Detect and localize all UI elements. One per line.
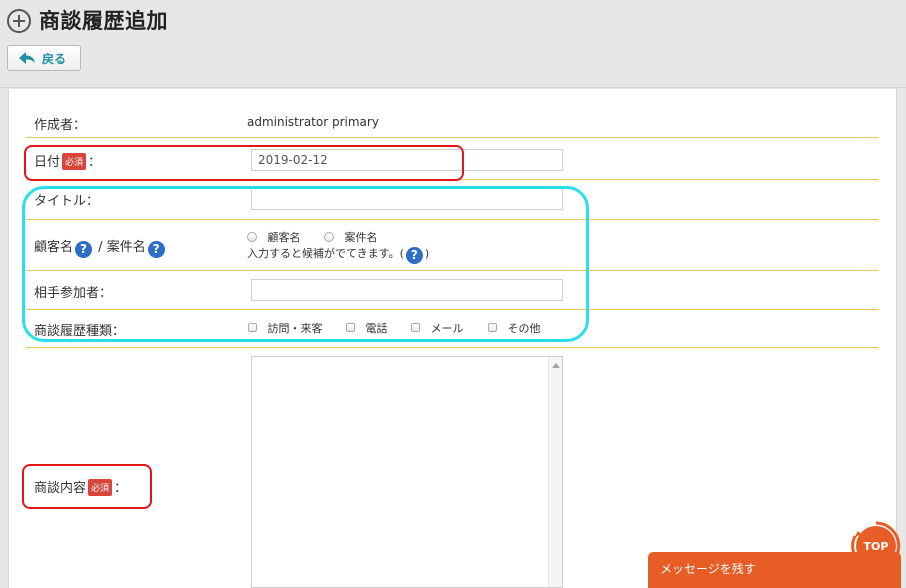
scrollbar[interactable] <box>548 357 562 587</box>
highlight-content <box>22 464 152 509</box>
highlight-optional-fields <box>22 186 589 342</box>
highlight-date <box>24 145 464 181</box>
plus-circle-icon <box>7 9 31 33</box>
top-button[interactable]: TOP <box>851 521 901 571</box>
back-button-label: 戻る <box>42 51 67 66</box>
page-title: 商談履歴追加 <box>39 9 168 33</box>
back-arrow-icon <box>19 52 35 64</box>
back-button[interactable]: 戻る <box>7 45 81 71</box>
creator-value: administrator primary <box>247 115 379 129</box>
creator-label: 作成者： <box>34 118 87 133</box>
form-row-creator <box>26 100 878 138</box>
content-textarea[interactable] <box>251 356 563 588</box>
scroll-up-icon[interactable] <box>552 363 560 368</box>
top-label: TOP <box>864 540 889 553</box>
page-header: 商談履歴追加 戻る <box>0 0 906 88</box>
